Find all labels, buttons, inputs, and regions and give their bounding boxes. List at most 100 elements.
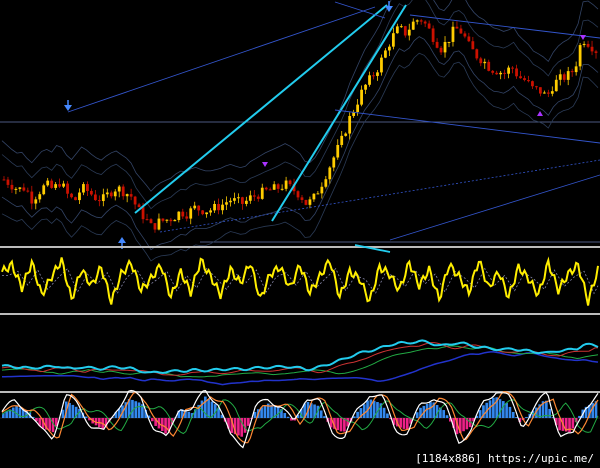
candle-body xyxy=(308,199,312,205)
candle-body xyxy=(137,204,141,208)
histogram-bar xyxy=(525,416,528,418)
candle-body xyxy=(217,203,220,211)
candle-body xyxy=(189,208,193,219)
candle-body xyxy=(34,199,38,204)
candle-body xyxy=(467,36,471,42)
candle-body xyxy=(399,26,403,28)
candle-body xyxy=(173,220,177,222)
candle-body xyxy=(495,72,499,75)
histogram-bar xyxy=(478,410,482,418)
candle-body xyxy=(562,74,566,80)
candle-body xyxy=(507,67,510,74)
candle-body xyxy=(296,191,300,198)
histogram-bar xyxy=(399,418,402,428)
candle-body xyxy=(193,205,197,209)
candle-body xyxy=(546,92,550,94)
candle-body xyxy=(566,71,570,80)
histogram-bar xyxy=(369,399,373,418)
candle-body xyxy=(237,197,240,199)
candle-body xyxy=(252,195,256,197)
candle-body xyxy=(407,29,411,36)
histogram-bar xyxy=(429,402,432,418)
candle-body xyxy=(109,192,113,197)
candle-body xyxy=(360,89,363,105)
histogram-bar xyxy=(511,411,515,418)
candle-body xyxy=(574,66,578,73)
candle-body xyxy=(304,199,308,205)
candle-body xyxy=(272,184,276,190)
histogram-bar xyxy=(286,416,290,418)
candle-body xyxy=(18,187,22,189)
histogram-bar xyxy=(508,406,512,418)
candle-body xyxy=(276,184,280,189)
candle-body xyxy=(519,76,522,79)
candle-body xyxy=(447,41,451,43)
candle-body xyxy=(340,135,344,145)
histogram-bar xyxy=(405,418,409,430)
candle-body xyxy=(288,180,292,185)
histogram-bar xyxy=(402,418,406,429)
candle-body xyxy=(38,194,42,200)
candle-body xyxy=(395,26,399,34)
candle-body xyxy=(471,41,475,50)
candle-body xyxy=(97,200,101,202)
histogram-bar xyxy=(84,416,88,418)
histogram-bar xyxy=(336,418,340,431)
histogram-bar xyxy=(283,412,287,418)
candle-body xyxy=(439,47,443,53)
candle-body xyxy=(86,184,89,191)
candle-body xyxy=(66,183,69,194)
candle-body xyxy=(268,189,272,191)
candle-body xyxy=(499,72,503,75)
candle-body xyxy=(531,81,534,87)
candle-body xyxy=(74,197,77,201)
candle-body xyxy=(479,58,483,64)
candle-body xyxy=(384,50,387,58)
candle-body xyxy=(149,219,153,224)
histogram-bar xyxy=(207,399,210,418)
candle-body xyxy=(511,67,514,69)
histogram-bar xyxy=(339,418,343,432)
trading-chart xyxy=(0,0,600,468)
histogram-bar xyxy=(237,418,240,436)
candle-body xyxy=(463,33,467,37)
candle-body xyxy=(554,79,558,92)
candle-body xyxy=(82,184,85,193)
candle-body xyxy=(225,202,228,205)
candle-body xyxy=(455,26,459,29)
candle-body xyxy=(368,75,371,85)
histogram-bar xyxy=(568,418,571,433)
candle-body xyxy=(2,179,6,181)
candle-body xyxy=(260,187,264,199)
candle-body xyxy=(582,43,586,46)
candle-body xyxy=(90,190,93,195)
histogram-bar xyxy=(352,416,356,418)
histogram-bar xyxy=(164,418,167,434)
candle-body xyxy=(380,57,383,73)
candle-body xyxy=(356,104,360,112)
candle-body xyxy=(451,26,455,42)
histogram-bar xyxy=(15,406,18,418)
candle-body xyxy=(515,68,518,77)
candle-body xyxy=(558,74,562,80)
candle-body xyxy=(538,87,542,94)
candle-body xyxy=(161,218,165,221)
candle-body xyxy=(523,78,526,81)
candle-body xyxy=(141,207,145,220)
candle-body xyxy=(14,188,18,190)
candle-body xyxy=(415,20,419,22)
candle-body xyxy=(6,179,10,185)
candle-body xyxy=(348,115,352,134)
candle-body xyxy=(284,180,288,189)
candle-body xyxy=(300,197,304,200)
candle-body xyxy=(177,211,181,221)
candle-body xyxy=(527,80,530,82)
candle-body xyxy=(320,186,324,194)
candle-body xyxy=(221,204,224,211)
histogram-bar xyxy=(134,401,138,418)
histogram-bar xyxy=(425,404,429,418)
histogram-bar xyxy=(445,415,449,418)
candle-body xyxy=(542,92,546,94)
candle-body xyxy=(165,219,169,221)
histogram-bar xyxy=(137,402,141,418)
